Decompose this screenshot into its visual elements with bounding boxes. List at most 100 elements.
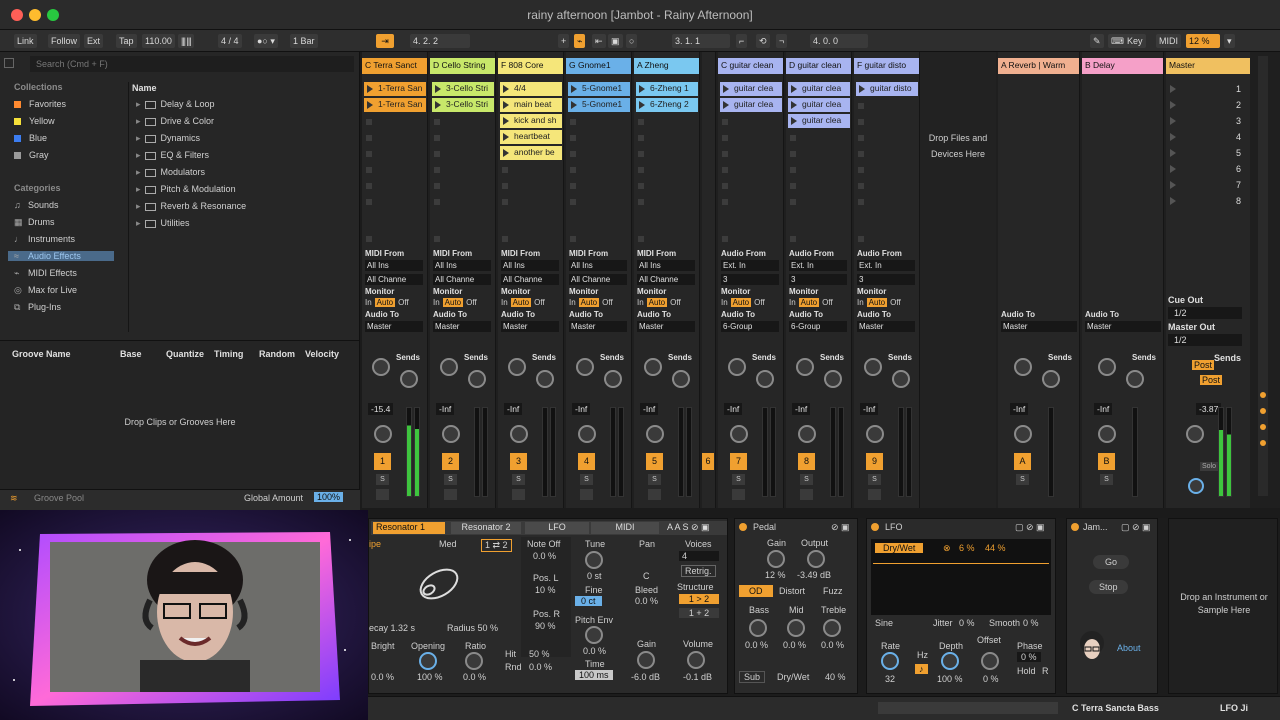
metronome-icon[interactable]: ||| ||| <box>178 34 194 48</box>
solo-button[interactable]: S <box>1016 474 1029 485</box>
monitor-auto[interactable]: Auto <box>510 298 532 307</box>
empty-clip-slot[interactable] <box>790 183 796 189</box>
output-select[interactable]: Master <box>1085 321 1161 332</box>
cue-out-select[interactable]: 1/2 <box>1168 307 1242 319</box>
io-toggle-icon[interactable] <box>1260 392 1266 398</box>
scene-launch-button[interactable]: 2 <box>1166 98 1246 112</box>
input-source-select[interactable]: All Ins <box>501 260 559 271</box>
track-header[interactable]: F guitar disto <box>854 58 919 74</box>
input-channel-select[interactable]: All Channe <box>433 274 491 285</box>
track-header[interactable]: F 808 Core <box>498 58 563 74</box>
resonator-quality[interactable]: Med <box>439 539 457 549</box>
monitor-off[interactable]: Off <box>466 298 477 307</box>
scene-launch-button[interactable]: 8 <box>1166 194 1246 208</box>
empty-clip-slot[interactable] <box>434 183 440 189</box>
empty-clip-slot[interactable] <box>638 119 644 125</box>
clip-slot[interactable]: 3-Cello Stri <box>432 82 494 96</box>
scene-launch-icon[interactable] <box>1170 101 1176 109</box>
collection-yellow[interactable]: Yellow <box>14 116 55 126</box>
punch-in-icon[interactable]: ⌐ <box>736 34 748 48</box>
empty-clip-slot[interactable] <box>722 119 728 125</box>
bass-knob[interactable] <box>749 619 767 637</box>
solo-button[interactable]: S <box>868 474 881 485</box>
solo-button[interactable]: S <box>800 474 813 485</box>
solo-button[interactable]: S <box>512 474 525 485</box>
monitor-off[interactable]: Off <box>754 298 765 307</box>
clip-slot[interactable]: 4/4 <box>500 82 562 96</box>
pan-value[interactable]: C <box>643 571 650 581</box>
empty-clip-slot[interactable] <box>858 135 864 141</box>
input-channel-select[interactable]: 3 <box>721 274 779 285</box>
monitor-auto[interactable]: Auto <box>578 298 600 307</box>
send-b-knob[interactable] <box>400 370 418 388</box>
track-pan-knob[interactable] <box>578 425 596 443</box>
stop-clip-button[interactable] <box>638 236 644 242</box>
track-volume-field[interactable]: -Inf <box>572 403 591 415</box>
folder-item[interactable]: ▸ Pitch & Modulation <box>136 184 236 195</box>
track-pan-knob[interactable] <box>730 425 748 443</box>
scene-launch-icon[interactable] <box>1170 133 1176 141</box>
clip-slot[interactable]: 3-Cello Stri <box>432 98 494 112</box>
mixer-toggle-icon[interactable] <box>1260 440 1266 446</box>
tune-knob[interactable] <box>585 551 603 569</box>
pedal-output-knob[interactable] <box>807 550 825 568</box>
empty-clip-slot[interactable] <box>858 199 864 205</box>
input-source-select[interactable]: Ext. In <box>857 260 915 271</box>
drop-zone[interactable]: Drop Files and Devices Here <box>920 52 996 508</box>
track-volume-field[interactable]: -Inf <box>504 403 523 415</box>
metronome-toggle-icon[interactable]: ●○ ▾ <box>254 34 278 48</box>
folder-item[interactable]: ▸ Dynamics <box>136 133 200 144</box>
send-b-knob[interactable] <box>536 370 554 388</box>
clip-slot[interactable]: another be <box>500 146 562 160</box>
monitor-switch[interactable]: In Auto Off <box>789 298 833 307</box>
monitor-auto[interactable]: Auto <box>442 298 464 307</box>
groove-column-header[interactable]: Timing <box>214 349 243 359</box>
folder-item[interactable]: ▸ Reverb & Resonance <box>136 201 246 212</box>
follow-button[interactable]: Follow <box>48 34 81 48</box>
category-max-for-live[interactable]: ◎ Max for Live <box>8 285 114 296</box>
track-volume-field[interactable]: -Inf <box>792 403 811 415</box>
key-map-button[interactable]: Key <box>1124 34 1146 48</box>
loop-start-field[interactable]: 3. 1. 1 <box>672 34 730 48</box>
volume-knob[interactable] <box>687 651 705 669</box>
solo-button[interactable]: S <box>444 474 457 485</box>
arm-button[interactable] <box>868 489 881 500</box>
clip-launch-icon[interactable] <box>503 101 509 109</box>
monitor-switch[interactable]: In Auto Off <box>501 298 545 307</box>
clip-launch-icon[interactable] <box>435 101 441 109</box>
bass-value[interactable]: 0.0 % <box>745 640 768 650</box>
empty-clip-slot[interactable] <box>434 151 440 157</box>
monitor-switch[interactable]: In Auto Off <box>637 298 681 307</box>
bleed-value[interactable]: 0.0 % <box>635 596 658 606</box>
empty-clip-slot[interactable] <box>502 199 508 205</box>
input-source-select[interactable]: All Ins <box>365 260 423 271</box>
rate-knob[interactable] <box>881 652 899 670</box>
monitor-off[interactable]: Off <box>398 298 409 307</box>
scene-launch-button[interactable]: 4 <box>1166 130 1246 144</box>
loop-length-field[interactable]: 4. 0. 0 <box>810 34 868 48</box>
retrig-button[interactable]: Retrig. <box>681 565 716 577</box>
opening-knob[interactable] <box>419 652 437 670</box>
return-track-header[interactable]: B Delay <box>1082 58 1163 74</box>
structure-parallel[interactable]: 1 + 2 <box>679 608 719 618</box>
track-activator-button[interactable]: 8 <box>798 453 815 470</box>
empty-clip-slot[interactable] <box>434 119 440 125</box>
ratio-value[interactable]: 0.0 % <box>463 672 486 682</box>
expand-arrow-icon[interactable]: ▸ <box>136 167 141 177</box>
gain-value[interactable]: -6.0 dB <box>631 672 660 682</box>
lfo-max-value[interactable]: 44 % <box>985 543 1006 553</box>
monitor-in[interactable]: In <box>789 298 796 307</box>
category-instruments[interactable]: ♩ Instruments <box>8 234 114 244</box>
empty-clip-slot[interactable] <box>858 103 864 109</box>
clip-slot[interactable]: guitar clea <box>788 114 850 128</box>
monitor-auto[interactable]: Auto <box>730 298 752 307</box>
expand-arrow-icon[interactable]: ▸ <box>136 184 141 194</box>
groove-pool-icon[interactable]: ≋ <box>10 493 18 504</box>
monitor-auto[interactable]: Auto <box>798 298 820 307</box>
clip-launch-icon[interactable] <box>367 101 373 109</box>
clip-slot[interactable]: guitar clea <box>720 82 782 96</box>
monitor-auto[interactable]: Auto <box>646 298 668 307</box>
session-record-icon[interactable]: ○ <box>626 34 638 48</box>
empty-clip-slot[interactable] <box>366 183 372 189</box>
draw-mode-icon[interactable]: ✎ <box>1090 34 1104 48</box>
